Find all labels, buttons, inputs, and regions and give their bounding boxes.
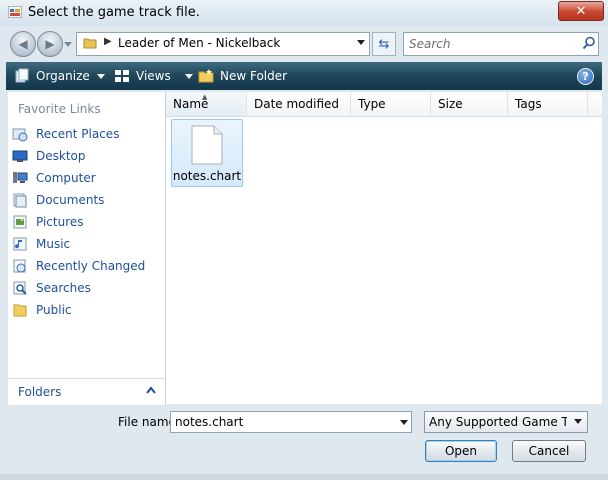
music-icon [13,237,27,251]
column-header-size[interactable]: Size [431,92,508,116]
column-header-date-modified[interactable]: Date modified [247,92,351,116]
refresh-button[interactable]: ⇆ [372,32,396,56]
computer-icon [13,172,28,183]
column-header-type[interactable]: Type [351,92,431,116]
views-menu-button[interactable]: Views [114,68,193,84]
refresh-icon: ⇆ [378,36,390,52]
breadcrumb-current-folder[interactable]: Leader of Men - Nickelback [118,36,280,50]
back-button[interactable]: ◀ [10,31,36,57]
pictures-icon [13,215,27,229]
sidebar-item-label: Pictures [36,215,84,229]
breadcrumb-separator-icon[interactable]: ▶ [104,36,112,47]
sidebar-item-label: Public [36,303,72,317]
new-folder-icon [198,69,214,83]
sidebar-item-searches[interactable]: Searches [12,278,162,298]
title-bar: Select the game track file. ✕ [0,0,608,27]
forward-button[interactable]: ▶ [37,31,63,57]
search-placeholder: Search [409,37,451,51]
column-header-row: Name ▲ Date modified Type Size Tags [166,92,602,117]
app-icon [8,6,22,18]
sidebar-item-music[interactable]: Music [12,234,162,254]
forward-arrow-icon: ▶ [45,37,55,51]
search-icon[interactable] [582,36,596,50]
new-folder-label: New Folder [220,69,288,83]
file-type-dropdown-icon[interactable] [574,419,582,424]
column-header-tags[interactable]: Tags [508,92,588,116]
sidebar-item-label: Documents [36,193,105,207]
views-icon [115,70,129,82]
views-label: Views [136,69,171,83]
organize-label: Organize [36,69,90,83]
window-title: Select the game track file. [28,5,200,20]
file-list-pane: Name ▲ Date modified Type Size Tags note… [166,92,602,404]
organize-menu-button[interactable]: Organize [14,68,105,84]
folder-icon [83,38,97,49]
sidebar-item-label: Recently Changed [36,259,146,273]
organize-icon [15,68,29,83]
folders-label: Folders [18,385,62,399]
open-button[interactable]: Open [425,440,497,462]
views-dropdown-icon [184,73,193,79]
file-name-dropdown-icon[interactable] [400,420,408,425]
file-type-value: Any Supported Game Track F [429,415,567,429]
file-name-combobox[interactable]: notes.chart [170,411,412,433]
sidebar-item-documents[interactable]: Documents [12,190,162,210]
documents-icon [13,193,27,208]
chevron-up-icon [146,386,156,394]
address-dropdown-icon[interactable] [357,40,365,45]
close-button[interactable]: ✕ [558,1,604,21]
recent-pages-dropdown-icon[interactable] [64,40,72,48]
sidebar-item-recent-places[interactable]: Recent Places [12,124,162,144]
searches-icon [13,281,27,295]
address-bar[interactable]: ▶ Leader of Men - Nickelback [76,32,370,56]
file-name: notes.chart [172,169,242,183]
command-toolbar: Organize Views New Folder ? [6,62,602,90]
favorite-links-header: Favorite Links [18,102,101,116]
help-button[interactable]: ? [577,68,594,85]
sidebar-item-label: Computer [36,171,96,185]
sort-ascending-icon: ▲ [202,93,208,101]
file-name-value[interactable]: notes.chart [175,415,243,429]
new-folder-button[interactable]: New Folder [198,68,287,84]
recently-changed-icon [13,259,26,273]
folders-toggle[interactable]: Folders [8,378,165,405]
recent-places-icon [12,128,28,142]
window-bottom-edge [0,474,608,480]
sidebar-item-label: Music [36,237,71,251]
public-folder-icon [13,304,27,317]
sidebar-item-pictures[interactable]: Pictures [12,212,162,232]
sidebar-item-label: Desktop [36,149,86,163]
sidebar-item-label: Recent Places [36,127,120,141]
navigation-pane: Favorite Links Recent Places Desktop Com… [8,92,166,404]
sidebar-item-desktop[interactable]: Desktop [12,146,162,166]
close-icon: ✕ [575,3,587,19]
desktop-icon [12,150,28,162]
search-input[interactable]: Search [403,32,599,56]
cancel-button[interactable]: Cancel [512,440,586,462]
sidebar-item-computer[interactable]: Computer [12,168,162,188]
back-arrow-icon: ◀ [18,37,28,51]
organize-dropdown-icon [96,73,105,79]
sidebar-item-public[interactable]: Public [12,300,162,320]
file-type-select[interactable]: Any Supported Game Track F [424,411,588,433]
sidebar-item-recently-changed[interactable]: Recently Changed [12,256,162,276]
file-item[interactable]: notes.chart [171,119,243,187]
document-icon [191,125,223,165]
sidebar-item-label: Searches [36,281,91,295]
